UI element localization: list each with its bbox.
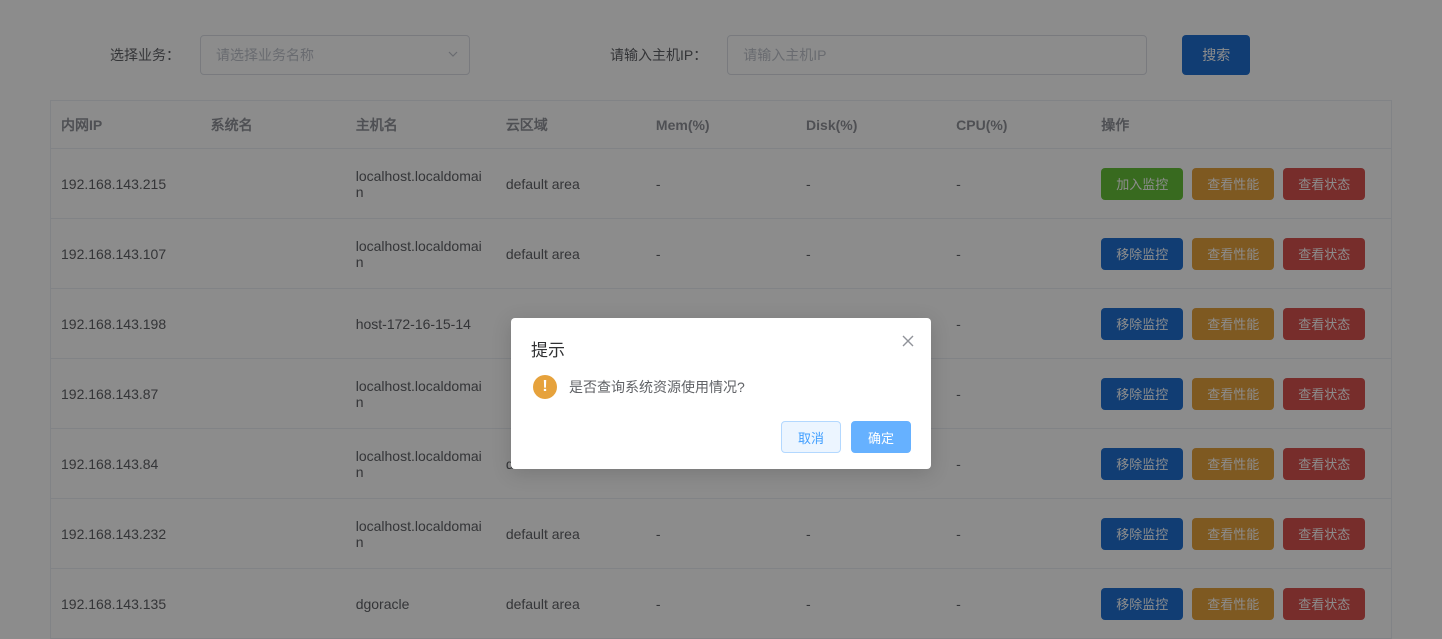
close-icon[interactable] <box>901 334 915 352</box>
dialog-title: 提示 <box>531 336 911 361</box>
cancel-button[interactable]: 取消 <box>781 421 841 453</box>
dialog-message: 是否查询系统资源使用情况? <box>569 377 745 397</box>
ok-button[interactable]: 确定 <box>851 421 911 453</box>
confirm-dialog: 提示 ! 是否查询系统资源使用情况? 取消 确定 <box>511 318 931 469</box>
modal-mask[interactable]: 提示 ! 是否查询系统资源使用情况? 取消 确定 <box>0 0 1442 639</box>
warning-icon: ! <box>533 375 557 399</box>
